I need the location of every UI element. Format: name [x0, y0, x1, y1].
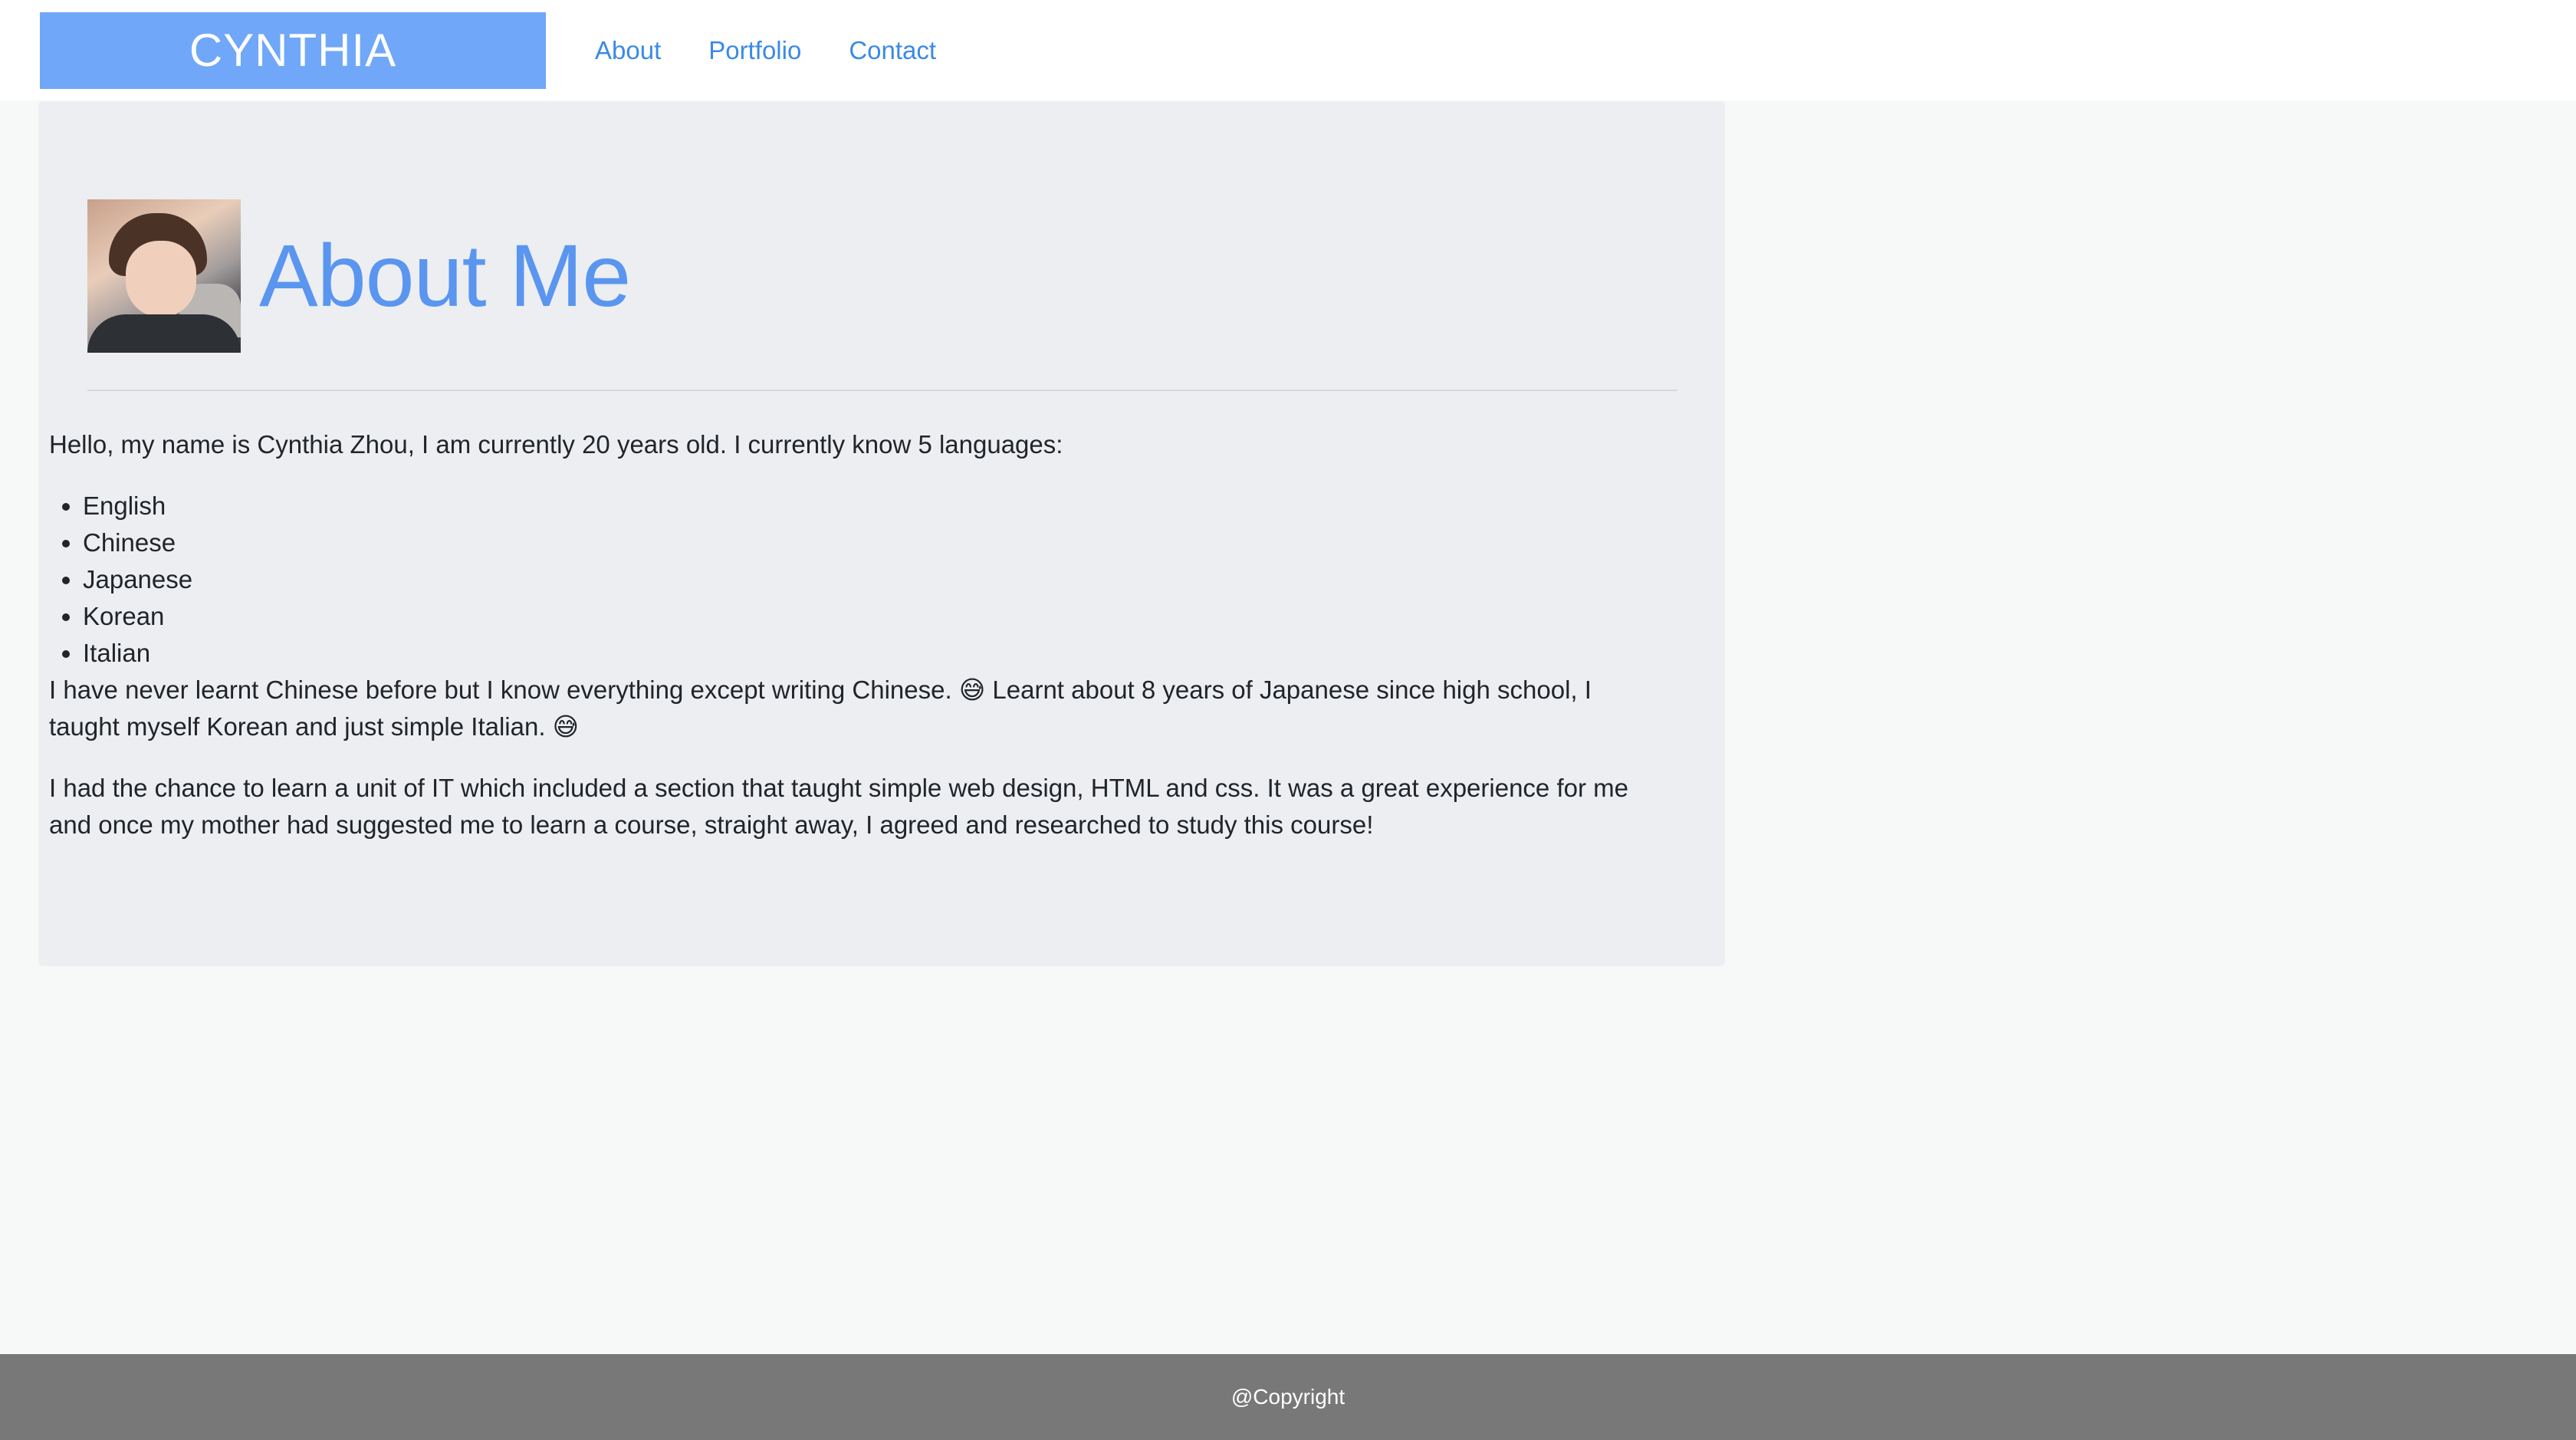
list-item-language: English [83, 488, 1647, 524]
intro-text: Hello, my name is Cynthia Zhou, I am cur… [49, 430, 1063, 459]
list-item-language: Italian [83, 635, 1647, 672]
list-item-language: Chinese [83, 524, 1647, 561]
language-background-text: I have never learnt Chinese before but I… [49, 676, 1592, 741]
nav-link-portfolio[interactable]: Portfolio [708, 34, 801, 67]
photo-face-shape [126, 241, 196, 317]
header-divider [87, 390, 1677, 391]
about-content: Hello, my name is Cynthia Zhou, I am cur… [49, 426, 1647, 843]
profile-photo [87, 199, 241, 353]
photo-coat-shape [87, 314, 241, 353]
top-navbar: CYNTHIA About Portfolio Contact [0, 0, 2576, 100]
list-item-language: Korean [83, 598, 1647, 635]
copyright-text: @Copyright [1230, 1385, 1346, 1409]
it-experience-text: I had the chance to learn a unit of IT w… [49, 774, 1628, 839]
languages-list: English Chinese Japanese Korean Italian [49, 488, 1647, 672]
about-header: About Me [87, 199, 631, 353]
nav-link-about[interactable]: About [595, 34, 661, 67]
brand-logo-link[interactable]: CYNTHIA [40, 12, 546, 89]
page-title: About Me [259, 226, 631, 325]
nav-links: About Portfolio Contact [595, 34, 936, 67]
list-item-language: Japanese [83, 561, 1647, 598]
nav-link-contact[interactable]: Contact [849, 34, 936, 67]
page-footer: @Copyright [0, 1354, 2576, 1440]
